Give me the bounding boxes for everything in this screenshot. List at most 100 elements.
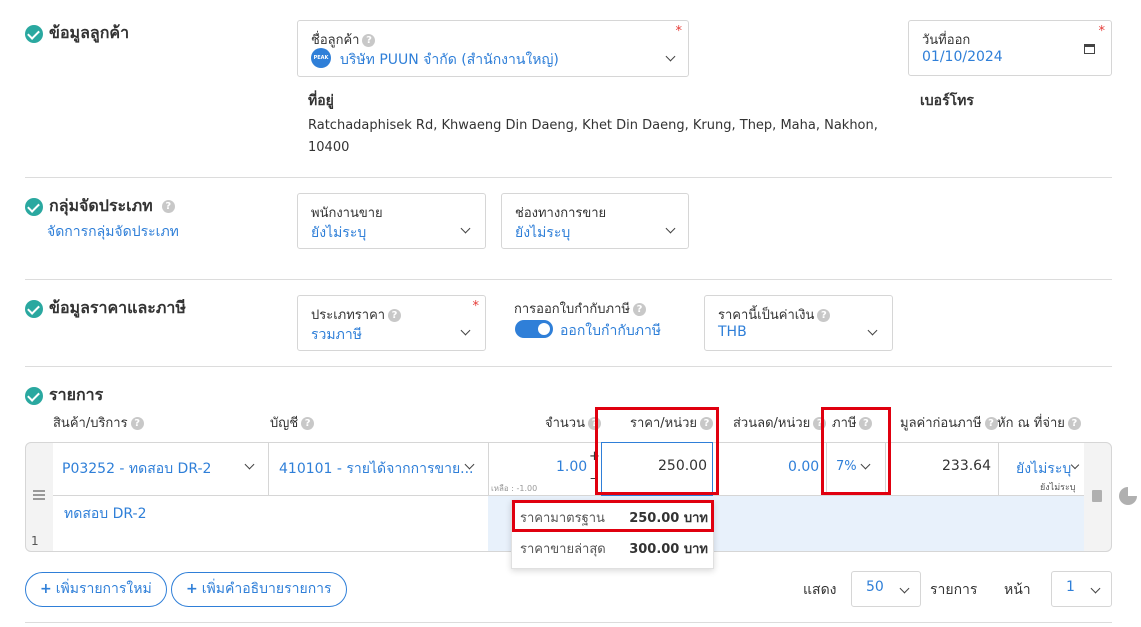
drag-handle-icon[interactable] xyxy=(33,490,45,500)
chevron-down-icon[interactable] xyxy=(460,223,471,234)
sales-channel-label: ช่องทางการขาย xyxy=(515,206,607,221)
page-select[interactable]: 1 xyxy=(1051,571,1112,607)
items-label: รายการ xyxy=(930,582,978,598)
help-icon[interactable]: ? xyxy=(362,34,376,47)
items-section-header: รายการ xyxy=(25,383,103,408)
last-sale-price-row[interactable]: ราคาขายล่าสุด 300.00 บาท xyxy=(520,538,708,559)
add-item-button[interactable]: + เพิ่มรายการใหม่ xyxy=(25,572,167,607)
customer-name-value: บริษัท PUUN จำกัด (สำนักงานใหญ่) xyxy=(340,52,559,68)
customer-section-header: ข้อมูลลูกค้า xyxy=(25,21,129,46)
chevron-down-icon[interactable] xyxy=(665,223,676,234)
sales-channel-value: ยังไม่ระบุ xyxy=(515,225,571,241)
discount-value[interactable]: 0.00 xyxy=(788,459,819,475)
check-circle-icon xyxy=(25,299,43,318)
divider xyxy=(25,622,1112,623)
check-circle-icon xyxy=(25,386,43,405)
manage-category-link[interactable]: จัดการกลุ่มจัดประเภท xyxy=(47,221,179,243)
customer-section-title: ข้อมูลลูกค้า xyxy=(49,23,130,42)
item-description[interactable]: ทดสอบ DR-2 xyxy=(64,503,147,525)
pre-tax-value: 233.64 xyxy=(942,458,991,474)
help-icon[interactable]: ? xyxy=(301,417,315,430)
sales-channel-select[interactable]: ช่องทางการขาย ยังไม่ระบุ xyxy=(501,193,689,249)
chevron-down-icon[interactable] xyxy=(460,325,471,336)
header-pre-tax: มูลค่าก่อนภาษี? xyxy=(900,412,998,433)
phone-label: เบอร์โทร xyxy=(920,93,974,109)
items-section-title: รายการ xyxy=(49,385,104,404)
issue-date-value: 01/10/2024 xyxy=(922,49,1003,65)
address-label: ที่อยู่ xyxy=(308,93,334,109)
row-number: 1 xyxy=(31,534,39,548)
customer-name-label: ชื่อลูกค้า? xyxy=(311,29,376,50)
help-icon[interactable]: ? xyxy=(817,309,831,322)
currency-label: ราคานี้เป็นค่าเงิน? xyxy=(718,304,831,325)
address-line-2: 10400 xyxy=(308,140,350,155)
help-icon[interactable]: ? xyxy=(388,309,402,322)
product-value[interactable]: P03252 - ทดสอบ DR-2 xyxy=(62,458,211,480)
category-section-title: กลุ่มจัดประเภท xyxy=(49,196,153,215)
withholding-value[interactable]: ยังไม่ระบุ xyxy=(1016,458,1071,480)
help-icon[interactable]: ? xyxy=(1067,417,1081,430)
address-line-1: Ratchadaphisek Rd, Khwaeng Din Daeng, Kh… xyxy=(308,118,878,133)
calendar-icon[interactable] xyxy=(1084,44,1095,54)
check-circle-icon xyxy=(25,197,43,216)
page-value: 1 xyxy=(1066,579,1075,595)
price-type-label: ประเภทราคา? xyxy=(311,304,402,325)
header-account: บัญชี? xyxy=(270,412,315,433)
divider xyxy=(25,366,1112,367)
help-icon[interactable]: ? xyxy=(984,417,998,430)
show-label: แสดง xyxy=(803,582,837,598)
divider xyxy=(25,279,1112,280)
divider xyxy=(488,442,489,496)
standard-price-highlight xyxy=(512,500,714,532)
price-type-value: รวมภาษี xyxy=(311,327,362,343)
salesperson-label: พนักงานขาย xyxy=(311,206,383,221)
page-label: หน้า xyxy=(1004,582,1031,598)
divider xyxy=(998,442,999,496)
header-discount: ส่วนลด/หน่วย? xyxy=(733,412,827,433)
withholding-sub: ยังไม่ระบุ xyxy=(1040,483,1076,493)
remaining-qty: เหลือ : -1.00 xyxy=(491,484,538,493)
chevron-down-icon[interactable] xyxy=(1090,583,1101,594)
currency-value: THB xyxy=(718,324,747,340)
pie-chart-icon[interactable] xyxy=(1119,487,1137,505)
customer-select[interactable]: ชื่อลูกค้า? * PEAK บริษัท PUUN จำกัด (สำ… xyxy=(297,20,689,77)
pricing-section-header: ข้อมูลราคาและภาษี xyxy=(25,296,186,321)
help-icon[interactable]: ? xyxy=(632,303,646,316)
tax-invoice-label: การออกใบกำกับภาษี? xyxy=(514,298,646,319)
chevron-down-icon[interactable] xyxy=(867,325,878,336)
customer-logo-icon: PEAK xyxy=(311,48,331,68)
plus-icon: + xyxy=(186,581,198,597)
last-sale-price-value: 300.00 บาท xyxy=(629,542,708,557)
price-type-select[interactable]: ประเภทราคา? * รวมภาษี xyxy=(297,295,486,351)
tax-invoice-value: ออกใบกำกับภาษี xyxy=(560,323,662,339)
chevron-down-icon[interactable] xyxy=(665,51,676,62)
issue-date-field[interactable]: วันที่ออก * 01/10/2024 xyxy=(908,20,1112,76)
help-icon[interactable]: ? xyxy=(130,417,144,430)
unit-price-highlight xyxy=(595,407,719,495)
account-value[interactable]: 410101 - รายได้จากการขาย... xyxy=(279,458,474,480)
check-circle-icon xyxy=(25,24,43,43)
required-marker: * xyxy=(472,299,480,314)
currency-select[interactable]: ราคานี้เป็นค่าเงิน? THB xyxy=(704,295,893,351)
qty-value[interactable]: 1.00 xyxy=(556,459,587,475)
chevron-down-icon[interactable] xyxy=(899,583,910,594)
divider xyxy=(25,177,1112,178)
help-icon[interactable]: ? xyxy=(161,200,175,213)
last-sale-price-label: ราคาขายล่าสุด xyxy=(520,542,606,557)
page-size-select[interactable]: 50 xyxy=(851,571,921,607)
salesperson-value: ยังไม่ระบุ xyxy=(311,225,367,241)
plus-icon: + xyxy=(40,581,52,597)
header-product: สินค้า/บริการ? xyxy=(53,412,144,433)
divider xyxy=(268,442,269,496)
category-section-header: กลุ่มจัดประเภท ? xyxy=(25,194,175,219)
add-description-button[interactable]: + เพิ่มคำอธิบายรายการ xyxy=(171,572,347,607)
header-withholding: หัก ณ ที่จ่าย? xyxy=(997,412,1081,433)
salesperson-select[interactable]: พนักงานขาย ยังไม่ระบุ xyxy=(297,193,486,249)
tax-invoice-toggle[interactable] xyxy=(515,320,553,338)
required-marker: * xyxy=(675,24,683,39)
tax-highlight xyxy=(821,407,891,495)
issue-date-label: วันที่ออก xyxy=(922,33,971,48)
trash-icon[interactable] xyxy=(1092,490,1102,502)
header-qty: จำนวน? xyxy=(545,412,601,433)
required-marker: * xyxy=(1098,24,1106,39)
